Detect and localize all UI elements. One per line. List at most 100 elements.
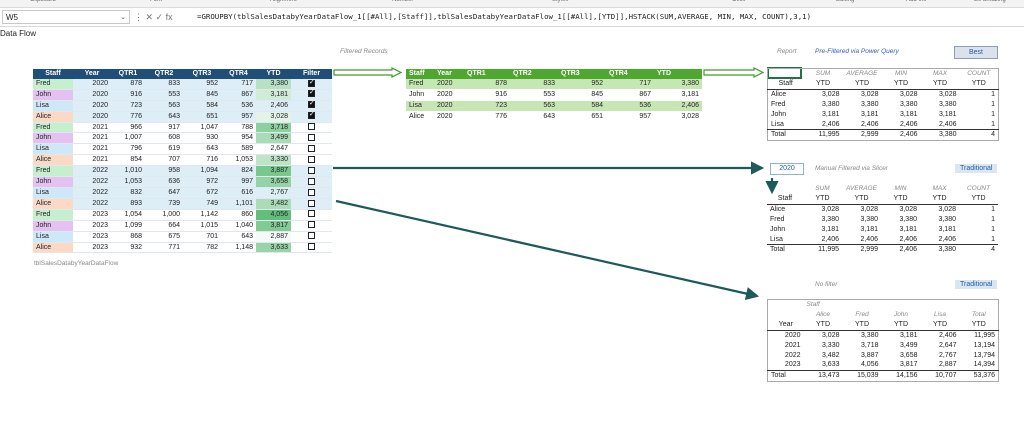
- value-cell: 2022: [73, 187, 111, 199]
- table-row: Alice 2020 776 643 651 957 3,028: [33, 111, 332, 123]
- filter-cell[interactable]: [291, 122, 332, 134]
- filter-cell[interactable]: [291, 187, 332, 199]
- value-cell: 3,028: [821, 90, 840, 98]
- table-row: Lisa 2020 723 563 584 536 2,406: [406, 100, 702, 112]
- best-button[interactable]: Best: [954, 46, 998, 59]
- value-cell: 824: [221, 165, 256, 178]
- column-name: John: [893, 310, 909, 318]
- filter-cell[interactable]: [291, 209, 332, 221]
- filter-cell[interactable]: [291, 111, 332, 123]
- filter-cell[interactable]: [291, 143, 332, 156]
- value-cell: 3,181: [860, 225, 878, 233]
- filter-cell[interactable]: [291, 220, 332, 232]
- source-table: Staff Year QTR1 QTR2 QTR3 QTR4 YTD Filter Fred 2…: [33, 69, 332, 254]
- value-cell: 2023: [73, 231, 111, 243]
- value-cell: 1,142: [183, 209, 221, 221]
- staff-cell: Alice: [33, 154, 73, 167]
- table-row: Lisa 2021 796 619 643 589 2,647: [33, 143, 332, 156]
- table-row: 2023 3,633 4,056 3,817 2,887 14,394: [768, 360, 999, 370]
- filter-checkbox[interactable]: [308, 166, 315, 174]
- filter-checkbox[interactable]: [308, 145, 315, 152]
- column-header: YTD: [803, 193, 842, 205]
- value-cell: 716: [183, 154, 221, 167]
- filter-checkbox[interactable]: [308, 155, 315, 163]
- arrow-filtered-to-report: [703, 67, 765, 78]
- filter-cell[interactable]: [291, 242, 332, 254]
- value-cell: 616: [221, 187, 256, 199]
- value-cell: 2022: [73, 176, 111, 188]
- value-cell: 3,028: [821, 205, 839, 213]
- header-row: Year YTD YTD YTD YTD YTD: [767, 319, 999, 331]
- value-cell: 854: [111, 154, 145, 167]
- filter-cell[interactable]: [291, 100, 332, 112]
- filter-cell[interactable]: [291, 231, 332, 243]
- header-row: Staff YTD YTD YTD YTD YTD: [767, 78, 999, 90]
- row-label: Alice: [770, 205, 786, 213]
- filter-checkbox[interactable]: [308, 123, 315, 131]
- value-cell: 1,000: [145, 209, 183, 221]
- total-value: 4: [959, 129, 999, 141]
- ytd-cell: 3,181: [256, 89, 291, 101]
- ytd-cell: 3,330: [256, 154, 291, 167]
- total-row: Total 13,473 15,039 14,156 10,707 53,376: [767, 370, 999, 382]
- value-cell: 675: [145, 231, 183, 243]
- filter-cell[interactable]: [291, 176, 332, 188]
- column-header: QTR4: [606, 69, 654, 79]
- blank-cell: [843, 300, 882, 310]
- column-header: YTD: [959, 78, 999, 90]
- row-label: John: [771, 110, 787, 118]
- value-cell: 3,482: [821, 351, 840, 359]
- value-cell: 1,015: [183, 220, 221, 232]
- filter-checkbox[interactable]: [308, 100, 315, 109]
- value-cell: 536: [221, 100, 256, 112]
- value-cell: 2,406: [860, 120, 879, 128]
- value-cell: 3,380: [821, 100, 840, 108]
- row-label: Fred: [771, 100, 786, 108]
- value-cell: 3,181: [938, 110, 957, 118]
- filter-checkbox[interactable]: [308, 79, 315, 87]
- value-cell: 3,028: [860, 90, 879, 98]
- year-label: 2021: [784, 341, 801, 349]
- value-cell: 643: [221, 231, 256, 243]
- value-cell: 3,499: [899, 341, 918, 349]
- table-row: Alice 2023 932 771 782 1,148 3,633: [33, 242, 332, 254]
- filter-checkbox[interactable]: [308, 89, 315, 98]
- value-cell: 2020: [434, 111, 464, 123]
- filter-cell[interactable]: [291, 78, 332, 90]
- column-header: YTD: [881, 193, 920, 205]
- value-cell: 651: [558, 111, 606, 123]
- value-cell: 2,647: [938, 341, 957, 349]
- filter-checkbox[interactable]: [308, 134, 315, 142]
- column-header: YTD: [654, 69, 702, 79]
- filter-cell[interactable]: [291, 132, 332, 145]
- filter-checkbox[interactable]: [308, 243, 315, 251]
- filter-cell[interactable]: [291, 89, 332, 101]
- filter-checkbox[interactable]: [308, 111, 315, 120]
- value-cell: 1,040: [221, 220, 256, 232]
- filter-checkbox[interactable]: [308, 210, 315, 218]
- filter-cell[interactable]: [291, 154, 332, 167]
- blank-cell: [882, 300, 921, 310]
- value-cell: 1,053: [111, 176, 145, 188]
- filter-checkbox[interactable]: [308, 188, 315, 196]
- value-cell: 868: [111, 231, 145, 243]
- column-header: YTD: [920, 193, 959, 205]
- total-value: 2,406: [881, 129, 921, 141]
- value-cell: 2,406: [899, 120, 918, 128]
- table-row: 2021 3,330 3,718 3,499 2,647 13,194: [768, 341, 999, 351]
- column-header: YTD: [881, 319, 921, 331]
- arrow-source-to-pivot: [335, 199, 760, 301]
- year-slicer[interactable]: 2020: [770, 163, 804, 175]
- value-cell: 643: [510, 111, 558, 123]
- value-cell: 966: [111, 122, 145, 134]
- total-row: Total 11,995 2,999 2,406 3,380 4: [767, 244, 998, 256]
- filtered-table: Staff Year QTR1 QTR2 QTR3 QTR4 YTD Fred 2020 878…: [406, 69, 702, 123]
- filter-checkbox[interactable]: [308, 199, 315, 207]
- filter-cell[interactable]: [291, 198, 332, 210]
- filter-cell[interactable]: [291, 165, 332, 178]
- filter-checkbox[interactable]: [308, 177, 315, 185]
- filter-checkbox[interactable]: [308, 221, 315, 229]
- filter-checkbox[interactable]: [308, 232, 315, 240]
- value-cell: 3,028: [654, 111, 702, 123]
- value-cell: 563: [145, 100, 183, 112]
